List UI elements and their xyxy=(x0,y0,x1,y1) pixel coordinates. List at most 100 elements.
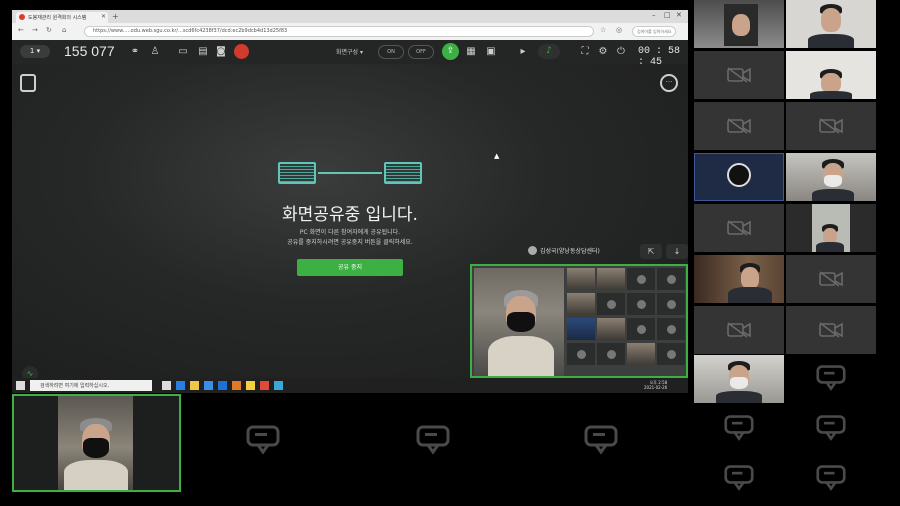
forward-icon[interactable]: → xyxy=(32,26,38,34)
picture-in-picture-panel xyxy=(470,264,688,378)
monitor-left-icon xyxy=(278,162,316,184)
notes-icon[interactable] xyxy=(20,74,36,92)
meeting-id: 155 077 xyxy=(64,43,115,59)
app-icon[interactable] xyxy=(232,381,241,390)
share-status-description-2: 공유를 중지하시려면 공유중지 버튼을 클릭하세요. xyxy=(287,239,413,246)
pip-thumbnail xyxy=(627,293,655,315)
pip-thumbnail xyxy=(567,343,595,365)
app-icon-2[interactable] xyxy=(274,381,283,390)
tray-clock[interactable]: 오후 2:58 2021-02-26 xyxy=(644,380,667,390)
participant-tile[interactable] xyxy=(694,255,784,303)
participant-tile[interactable] xyxy=(694,51,784,99)
pip-main-video xyxy=(474,268,564,376)
chat-placeholder-icon xyxy=(416,425,450,455)
pip-thumbnail xyxy=(657,343,685,365)
tab-close-icon[interactable]: ✕ xyxy=(101,13,106,20)
browser-search-field[interactable]: 검색어를 입력하세요 xyxy=(632,26,676,37)
participant-tile[interactable] xyxy=(694,306,784,354)
camera-off-icon xyxy=(727,118,751,134)
file-explorer-icon[interactable] xyxy=(190,381,199,390)
browser-tab[interactable]: 도봉재관리 원격회의 시스템 ✕ xyxy=(16,12,108,23)
task-view-icon[interactable] xyxy=(162,381,171,390)
participant-tile[interactable] xyxy=(694,204,784,252)
windows-taskbar: 검색하려면 여기에 입력하십시오. 오후 2:58 2021-02-26 xyxy=(12,378,688,393)
participant-tile[interactable] xyxy=(786,255,876,303)
ie-browser-icon[interactable] xyxy=(218,381,227,390)
stop-share-button[interactable]: 공유 중지 xyxy=(297,259,403,276)
home-icon[interactable]: ⌂ xyxy=(62,26,66,34)
pip-thumbnail xyxy=(597,293,625,315)
windows-start-icon[interactable] xyxy=(16,381,25,390)
settings-gear-icon[interactable]: ⚙ xyxy=(596,45,610,59)
whiteboard-icon[interactable]: ▣ xyxy=(484,45,498,59)
invite-icon[interactable]: ⚭ xyxy=(128,45,142,59)
minimize-icon[interactable]: – xyxy=(652,11,656,19)
share-status-title: 화면공유중 입니다. xyxy=(282,205,418,225)
on-toggle[interactable]: ON xyxy=(378,45,404,59)
participants-count-badge[interactable]: 1 ▾ xyxy=(20,45,50,58)
exit-icon[interactable]: ⏻ xyxy=(614,45,628,59)
close-window-icon[interactable]: ✕ xyxy=(676,11,682,19)
participant-tile[interactable] xyxy=(694,355,784,403)
layout-select[interactable]: 화면구성 ▾ xyxy=(336,47,363,56)
chat-icon[interactable]: ··· xyxy=(660,74,678,92)
camera-off-icon xyxy=(727,220,751,236)
browser-tab-bar: 도봉재관리 원격회의 시스템 ✕ + – □ ✕ xyxy=(12,10,688,23)
extension-icon[interactable]: ◎ xyxy=(616,26,622,34)
chrome-icon[interactable] xyxy=(260,381,269,390)
monitor-right-icon xyxy=(384,162,422,184)
off-toggle[interactable]: OFF xyxy=(408,45,434,59)
participant-tile[interactable] xyxy=(786,153,876,201)
address-bar[interactable]: https://www.....odu.web.sgu.co.kr/...scd… xyxy=(84,26,594,37)
active-speaker-bar: 김성국(양낭동상담센터) ⇱ ↓ xyxy=(528,244,688,260)
camera-capture-icon[interactable]: ◙ xyxy=(214,45,228,59)
mail-icon[interactable] xyxy=(204,381,213,390)
back-icon[interactable]: ← xyxy=(18,26,24,34)
participant-tile[interactable] xyxy=(694,0,784,48)
notes-app-icon[interactable] xyxy=(246,381,255,390)
chat-placeholder-icon xyxy=(724,414,754,441)
video-camera-icon[interactable]: ▸ xyxy=(516,45,530,59)
share-screen-icon[interactable]: ⇪ xyxy=(442,43,459,60)
pip-thumbnail xyxy=(567,318,595,340)
popout-icon[interactable]: ⇱ xyxy=(640,244,662,259)
participants-icon[interactable]: ♙ xyxy=(148,45,162,59)
self-video-tile[interactable] xyxy=(12,394,181,492)
participant-tile[interactable] xyxy=(786,306,876,354)
taskbar-search-field[interactable]: 검색하려면 여기에 입력하십시오. xyxy=(30,380,152,391)
screen-share-illustration xyxy=(278,162,422,190)
chat-placeholder-icon xyxy=(584,425,618,455)
participant-tile[interactable] xyxy=(786,51,876,99)
pip-thumbnail xyxy=(597,268,625,290)
pip-thumbnail xyxy=(627,268,655,290)
chat-placeholder-icon xyxy=(246,425,280,455)
bookmark-icon[interactable]: ☆ xyxy=(600,26,606,34)
record-icon[interactable] xyxy=(234,44,249,59)
participant-tile[interactable] xyxy=(694,102,784,150)
participant-tile[interactable] xyxy=(786,204,876,252)
meeting-toolbar: 1 ▾ 155 077 ⚭ ♙ ▭ ▤ ◙ 화면구성 ▾ ON OFF ⇪ ▦ … xyxy=(12,40,688,68)
collapse-icon[interactable]: ↓ xyxy=(666,244,688,259)
fullscreen-icon[interactable]: ⛶ xyxy=(578,45,592,59)
camera-off-icon xyxy=(819,322,843,338)
favicon-icon xyxy=(19,14,25,20)
participant-tile[interactable] xyxy=(786,0,876,48)
address-row: ← → ↻ ⌂ https://www.....odu.web.sgu.co.k… xyxy=(12,23,688,40)
pip-thumbnail xyxy=(657,293,685,315)
screen-icon[interactable]: ▭ xyxy=(176,45,190,59)
pip-thumbnail xyxy=(597,343,625,365)
participant-tile[interactable] xyxy=(786,102,876,150)
mic-icon[interactable]: ♪ xyxy=(538,44,560,59)
document-icon[interactable]: ▤ xyxy=(196,45,210,59)
self-video xyxy=(58,396,133,490)
grid-view-icon[interactable]: ▦ xyxy=(464,45,478,59)
camera-off-icon xyxy=(727,67,751,83)
mouse-cursor-icon: ▲ xyxy=(494,152,500,160)
maximize-icon[interactable]: □ xyxy=(664,11,671,19)
new-tab-icon[interactable]: + xyxy=(112,12,119,21)
speaker-name: 김성국(양낭동상담센터) xyxy=(540,248,600,255)
participant-tile[interactable] xyxy=(694,153,784,201)
refresh-icon[interactable]: ↻ xyxy=(46,26,52,34)
browser-chrome: 도봉재관리 원격회의 시스템 ✕ + – □ ✕ ← → ↻ ⌂ https:/… xyxy=(12,10,688,40)
edge-browser-icon[interactable] xyxy=(176,381,185,390)
